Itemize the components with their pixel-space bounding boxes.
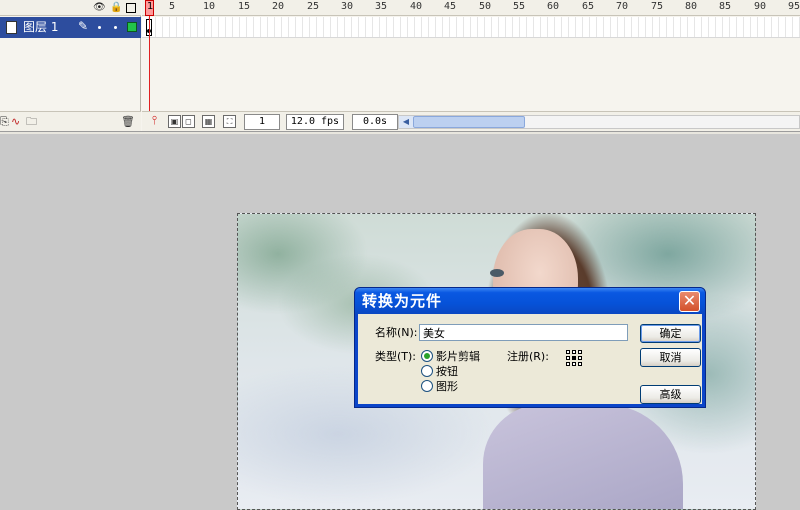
timeline-scrollbar[interactable]: ◀	[398, 115, 800, 129]
reg-point[interactable]	[566, 350, 570, 354]
pencil-icon: ✎	[78, 19, 89, 33]
registration-label: 注册(R):	[507, 350, 549, 363]
frame-rate-readout[interactable]: 12.0 fps	[286, 114, 344, 130]
reg-point[interactable]	[572, 350, 576, 354]
reg-point[interactable]	[578, 362, 582, 366]
frame-ruler[interactable]: 15101520253035404550556065707580859095	[142, 0, 800, 16]
type-option-button[interactable]: 按钮	[436, 365, 458, 378]
reg-point[interactable]	[578, 350, 582, 354]
ruler-number: 40	[410, 1, 423, 12]
ruler-number: 65	[582, 1, 595, 12]
ruler-number: 80	[685, 1, 698, 12]
delete-layer-icon[interactable]: 🗑	[121, 115, 135, 128]
layer-name: 图层 1	[23, 20, 59, 34]
ruler-number: 75	[651, 1, 664, 12]
type-radio-graphic[interactable]	[421, 380, 433, 392]
ruler-number: 95	[788, 1, 800, 12]
center-frame-icon[interactable]: ⫯	[148, 114, 161, 128]
advanced-button[interactable]: 高级	[640, 385, 701, 404]
photo-eye	[490, 269, 504, 277]
ok-button[interactable]: 确定	[640, 324, 701, 343]
layer-page-icon	[6, 21, 17, 34]
onion-skin-icon[interactable]: ▣	[168, 115, 181, 128]
add-folder-icon[interactable]: 🗀	[26, 115, 37, 128]
panel-separator[interactable]	[0, 131, 800, 134]
current-frame-readout: 1	[244, 114, 280, 130]
playhead-frame: 1	[147, 1, 154, 12]
type-radio-movieclip[interactable]	[421, 350, 433, 362]
layer-row[interactable]: 图层 1 ✎	[0, 17, 141, 38]
lock-dot[interactable]	[114, 26, 117, 29]
onion-skin-outlines-icon[interactable]: ◻	[182, 115, 195, 128]
scroll-left-icon[interactable]: ◀	[399, 116, 413, 128]
outline-color-box[interactable]	[127, 22, 137, 32]
reg-point[interactable]	[572, 362, 576, 366]
ruler-number: 60	[547, 1, 560, 12]
layer-footer: ⎘ ∿ 🗀 🗑	[0, 111, 141, 131]
frame-area: 15101520253035404550556065707580859095 ⫯…	[142, 0, 800, 131]
playhead-line	[149, 16, 150, 111]
layer-column: 👁 🔒 图层 1 ✎ ⎘ ∿ 🗀 🗑	[0, 0, 141, 131]
modify-onion-markers-icon[interactable]: ⛶	[223, 115, 236, 128]
type-label: 类型(T):	[375, 350, 417, 363]
outline-icon[interactable]	[126, 3, 136, 13]
frames-row[interactable]	[142, 17, 800, 38]
ruler-number: 25	[307, 1, 320, 12]
ruler-number: 45	[444, 1, 457, 12]
dialog-body: 名称(N): 类型(T): 影片剪辑 按钮 图形 注册(R): 确定 取消 高级	[358, 314, 702, 404]
ruler-number: 85	[719, 1, 732, 12]
type-option-movieclip[interactable]: 影片剪辑	[436, 350, 480, 363]
reg-point[interactable]	[566, 356, 570, 360]
eye-icon[interactable]: 👁	[93, 2, 106, 14]
dialog-titlebar[interactable]: 转换为元件 ✕	[355, 288, 705, 314]
visibility-dot[interactable]	[98, 26, 101, 29]
reg-point[interactable]	[578, 356, 582, 360]
ruler-number: 20	[272, 1, 285, 12]
layer-header: 👁 🔒	[0, 0, 141, 16]
type-radio-button[interactable]	[421, 365, 433, 377]
playhead[interactable]: 1	[145, 0, 154, 16]
ruler-number: 5	[169, 1, 176, 12]
frame-footer: ⫯ ▣ ◻ ▦ ⛶ 1 12.0 fps 0.0s ◀	[142, 111, 800, 131]
ruler-number: 15	[238, 1, 251, 12]
ruler-number: 90	[754, 1, 767, 12]
ruler-number: 70	[616, 1, 629, 12]
dialog-title: 转换为元件	[362, 292, 443, 310]
ruler-number: 30	[341, 1, 354, 12]
elapsed-time-readout: 0.0s	[352, 114, 398, 130]
reg-point[interactable]	[566, 362, 570, 366]
add-layer-icon[interactable]: ⎘	[0, 115, 9, 128]
registration-grid[interactable]	[566, 350, 582, 366]
scroll-thumb[interactable]	[413, 116, 525, 128]
edit-multiple-frames-icon[interactable]: ▦	[202, 115, 215, 128]
ruler-number: 10	[203, 1, 216, 12]
reg-point-selected[interactable]	[572, 356, 576, 360]
name-label: 名称(N):	[375, 326, 418, 339]
convert-to-symbol-dialog: 转换为元件 ✕ 名称(N): 类型(T): 影片剪辑 按钮 图形 注册(R): …	[354, 287, 706, 408]
close-icon[interactable]: ✕	[679, 291, 700, 312]
ruler-number: 50	[479, 1, 492, 12]
photo-blouse	[483, 404, 683, 509]
lock-icon[interactable]: 🔒	[110, 2, 122, 14]
ruler-number: 35	[375, 1, 388, 12]
timeline-panel: 👁 🔒 图层 1 ✎ ⎘ ∿ 🗀 🗑 151015202530354045505…	[0, 0, 800, 131]
ruler-number: 55	[513, 1, 526, 12]
name-input[interactable]	[419, 324, 628, 341]
type-option-graphic[interactable]: 图形	[436, 380, 458, 393]
cancel-button[interactable]: 取消	[640, 348, 701, 367]
add-motion-guide-icon[interactable]: ∿	[11, 115, 20, 128]
